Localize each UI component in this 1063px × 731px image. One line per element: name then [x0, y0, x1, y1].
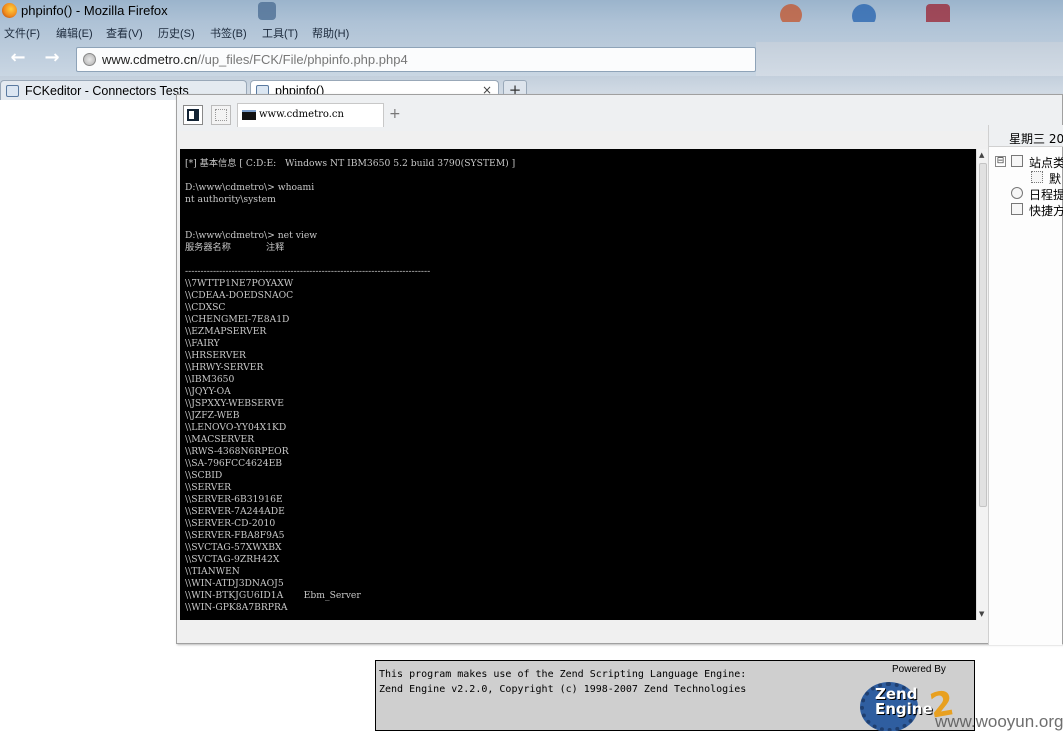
terminal-line: \\SERVER-CD-2010: [185, 518, 276, 529]
menu-file[interactable]: 文件(F): [4, 25, 40, 41]
terminal-line: \\CDEAA-DOEDSNAOC: [185, 290, 294, 301]
url-text: www.cdmetro.cn//up_files/FCK/File/phpinf…: [102, 52, 408, 67]
terminal-line: \\MACSERVER: [185, 434, 255, 445]
scroll-down-icon[interactable]: ▼: [979, 610, 984, 618]
terminal-line: \\WIN-GPK8A7BRPRA: [185, 602, 288, 613]
zend-line: Zend Engine v2.2.0, Copyright (c) 1998-2…: [379, 684, 747, 695]
terminal-line: \\RWS-4368N6RPEOR: [185, 446, 289, 457]
terminal-line: D:\www\cdmetro\> net view: [185, 230, 318, 241]
panel-icon: [187, 109, 199, 121]
scroll-up-icon[interactable]: ▲: [979, 151, 984, 159]
side-panel-header: 星期三 20: [989, 125, 1063, 147]
url-domain: www.cdmetro.cn: [102, 52, 198, 67]
tree-item-shortcuts[interactable]: 快捷方: [1029, 202, 1063, 219]
window-title: phpinfo() - Mozilla Firefox: [21, 3, 168, 18]
terminal-line: 服务器名称 注释: [185, 242, 285, 253]
panel-toggle-button[interactable]: [183, 105, 203, 125]
watermark: www.wooyun.org: [935, 712, 1063, 731]
browser-title-bar: phpinfo() - Mozilla Firefox: [0, 0, 1063, 28]
terminal-line: \\WIN-ATDJ3DNAOJ5: [185, 578, 284, 589]
new-window-button[interactable]: [211, 105, 231, 125]
url-path: //up_files/FCK/File/phpinfo.php.php4: [197, 52, 408, 67]
terminal-icon: [242, 110, 256, 120]
tree-item-default[interactable]: 默: [1049, 170, 1061, 187]
window-icon: [215, 109, 227, 121]
globe-icon: [83, 53, 96, 66]
menu-bar: 文件(F) 编辑(E) 查看(V) 历史(S) 书签(B) 工具(T) 帮助(H…: [0, 22, 1063, 42]
folder-icon: [1011, 155, 1023, 167]
add-tab-button[interactable]: +: [389, 106, 401, 122]
tool-toolbar: www.cdmetro.cn +: [177, 95, 1062, 131]
terminal-line: ----------------------------------------…: [185, 266, 431, 277]
terminal-line: D:\www\cdmetro\> whoami: [185, 182, 315, 193]
terminal-output[interactable]: [*] 基本信息 [ C:D:E: Windows NT IBM3650 5.2…: [180, 149, 976, 620]
terminal-line: \\JQYY-OA: [185, 386, 231, 397]
shortcut-icon: [1011, 203, 1023, 215]
forward-arrow-icon[interactable]: →: [40, 47, 64, 71]
terminal-lines: [*] 基本信息 [ C:D:E: Windows NT IBM3650 5.2…: [185, 158, 515, 614]
terminal-line: \\SCBID: [185, 470, 223, 481]
tree-item-sites[interactable]: 站点类: [1029, 154, 1063, 171]
terminal-line: \\HRWY-SERVER: [185, 362, 264, 373]
terminal-line: \\SVCTAG-9ZRH42X: [185, 554, 280, 565]
terminal-line: [*] 基本信息 [ C:D:E: Windows NT IBM3650 5.2…: [185, 158, 516, 169]
terminal-line: \\JSPXXY-WEBSERVE: [185, 398, 284, 409]
menu-bookmarks[interactable]: 书签(B): [210, 25, 247, 41]
terminal-line: \\SERVER-FBA8F9A5: [185, 530, 285, 541]
menu-edit[interactable]: 编辑(E): [56, 25, 93, 41]
terminal-line: \\SA-796FCC4624EB: [185, 458, 283, 469]
terminal-line: \\LENOVO-YY04X1KD: [185, 422, 287, 433]
menu-view[interactable]: 查看(V): [106, 25, 143, 41]
terminal-line: nt authority\system: [185, 194, 276, 205]
terminal-line: \\JZFZ-WEB: [185, 410, 240, 421]
back-arrow-icon[interactable]: ←: [6, 47, 30, 71]
zend-info-box: This program makes use of the Zend Scrip…: [375, 660, 975, 731]
terminal-line: \\CHENGMEI-7E8A1D: [185, 314, 290, 325]
terminal-line: \\FAIRY: [185, 338, 220, 349]
firefox-logo-icon: [2, 3, 17, 18]
terminal-line: \\SERVER-7A244ADE: [185, 506, 285, 517]
terminal-line: \\HRSERVER: [185, 350, 246, 361]
powered-by-label: Powered By: [892, 664, 946, 675]
shell-tool-window: www.cdmetro.cn + [*] 基本信息 [ C:D:E: Windo…: [176, 94, 1063, 645]
terminal-line: \\7WTTP1NE7POYAXW: [185, 278, 294, 289]
schedule-icon: [1011, 187, 1023, 199]
terminal-line: \\IBM3650: [185, 374, 235, 385]
scroll-thumb[interactable]: [979, 163, 987, 507]
zend-logo-text: Zend Engine: [875, 685, 933, 718]
terminal-line: \\SERVER-6B31916E: [185, 494, 283, 505]
terminal-line: \\SERVER: [185, 482, 232, 493]
navigation-bar: ← → www.cdmetro.cn//up_files/FCK/File/ph…: [0, 42, 1063, 76]
tree-item-schedule[interactable]: 日程提: [1029, 186, 1063, 203]
page-icon: [6, 85, 19, 97]
side-panel: 星期三 20 ⊟ 站点类 默 日程提 快捷方: [988, 125, 1063, 645]
folder-icon: [1031, 171, 1043, 183]
terminal-line: \\TIANWEN: [185, 566, 240, 577]
terminal-scrollbar[interactable]: ▲ ▼: [976, 149, 988, 620]
terminal-line: \\WIN-BTKJGU6ID1A Ebm_Server: [185, 590, 361, 601]
tool-tab-cdmetro[interactable]: www.cdmetro.cn: [237, 103, 384, 127]
date-label: 星期三 20: [1009, 132, 1063, 146]
menu-tools[interactable]: 工具(T): [262, 25, 298, 41]
background-blur: [258, 2, 276, 20]
menu-history[interactable]: 历史(S): [158, 25, 195, 41]
zend-text: This program makes use of the Zend Scrip…: [379, 667, 746, 697]
terminal-line: \\CDXSC: [185, 302, 226, 313]
terminal-line: \\EZMAPSERVER: [185, 326, 267, 337]
menu-help[interactable]: 帮助(H): [312, 25, 349, 41]
zend-line: This program makes use of the Zend Scrip…: [379, 669, 747, 680]
terminal-line: \\SVCTAG-57XWXBX: [185, 542, 282, 553]
address-bar[interactable]: www.cdmetro.cn//up_files/FCK/File/phpinf…: [76, 47, 756, 72]
toolbar-right-area: [756, 42, 1063, 76]
collapse-toggle-icon[interactable]: ⊟: [995, 156, 1006, 167]
tool-tab-label: www.cdmetro.cn: [259, 109, 344, 120]
